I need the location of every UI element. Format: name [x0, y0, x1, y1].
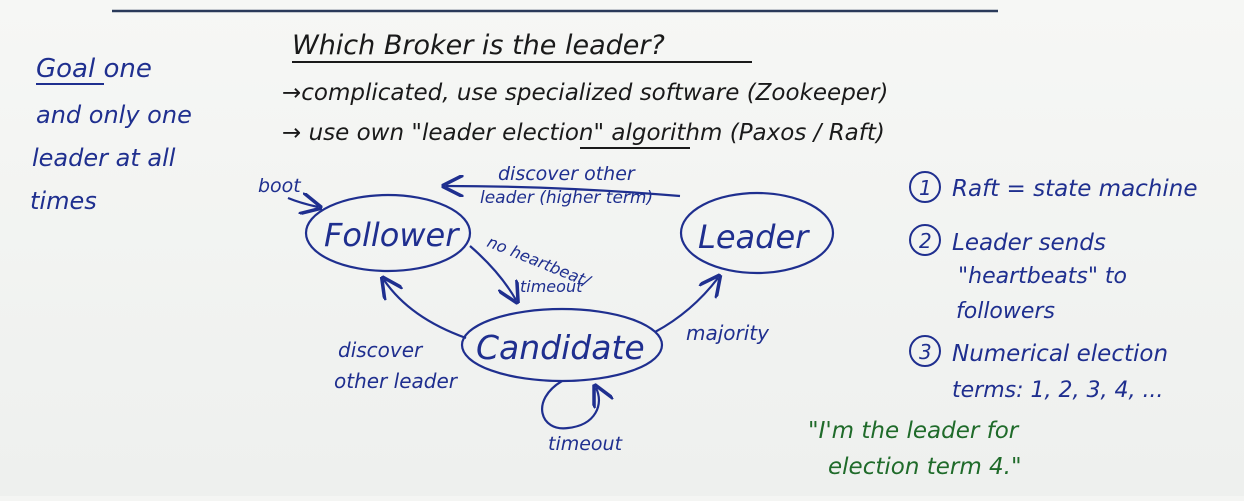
option-line-2: → use own "leader election" algorithm (P… [282, 120, 885, 146]
goal-note-line-2: and only one [36, 101, 192, 129]
option-line-2-suffix: " algorithm (Paxos / Raft) [594, 120, 885, 146]
discover-higher-line-1: discover other [498, 163, 636, 185]
boot-label: boot [258, 175, 302, 197]
candidate-to-follower-arrow [384, 280, 467, 340]
whiteboard: Goal one and only one leader at all time… [0, 0, 1244, 496]
no-heartbeat-line-2: timeout [520, 277, 583, 296]
quote-line-2: election term 4." [828, 454, 1022, 480]
note-2-number: 2 [919, 229, 932, 253]
goal-note: Goal one and only one leader at all time… [30, 54, 192, 215]
election-word: election [502, 120, 593, 146]
majority-label: majority [686, 321, 770, 345]
timeout-label: timeout [548, 433, 624, 455]
top-text: Which Broker is the leader? →complicated… [282, 30, 888, 149]
leader-label: Leader [698, 218, 810, 256]
note-2-line-2: "heartbeats" to [958, 264, 1127, 289]
note-3-number: 3 [919, 340, 932, 364]
goal-note-line-4: times [30, 187, 97, 215]
goal-note-line-1: Goal one [36, 54, 152, 84]
note-3-line-2: terms: 1, 2, 3, 4, ... [952, 378, 1163, 403]
note-2-line-1: Leader sends [952, 230, 1106, 256]
option-line-1: →complicated, use specialized software (… [282, 80, 888, 106]
discover-other-line-2: other leader [334, 369, 459, 393]
leader-quote: "I'm the leader for election term 4." [808, 418, 1022, 480]
discover-higher-line-2: leader (higher term) [480, 188, 653, 208]
note-3-line-1: Numerical election [952, 341, 1168, 367]
candidate-self-loop [541, 380, 599, 430]
state-labels: Follower Leader Candidate boot discover … [258, 163, 810, 455]
note-2-line-3: followers [956, 299, 1055, 324]
whiteboard-drawing: Goal one and only one leader at all time… [30, 9, 1198, 480]
discover-other-line-1: discover [338, 338, 424, 362]
goal-note-line-3: leader at all [32, 144, 176, 172]
note-1-number: 1 [919, 176, 932, 200]
option-line-2-prefix: → use own "leader [282, 120, 502, 146]
boot-arrow [287, 198, 318, 207]
quote-line-1: "I'm the leader for [808, 418, 1020, 444]
note-1-text: Raft = state machine [952, 176, 1198, 202]
title: Which Broker is the leader? [292, 30, 665, 61]
candidate-label: Candidate [476, 328, 645, 367]
raft-notes: 1 Raft = state machine 2 Leader sends "h… [909, 171, 1198, 403]
follower-label: Follower [324, 216, 460, 254]
